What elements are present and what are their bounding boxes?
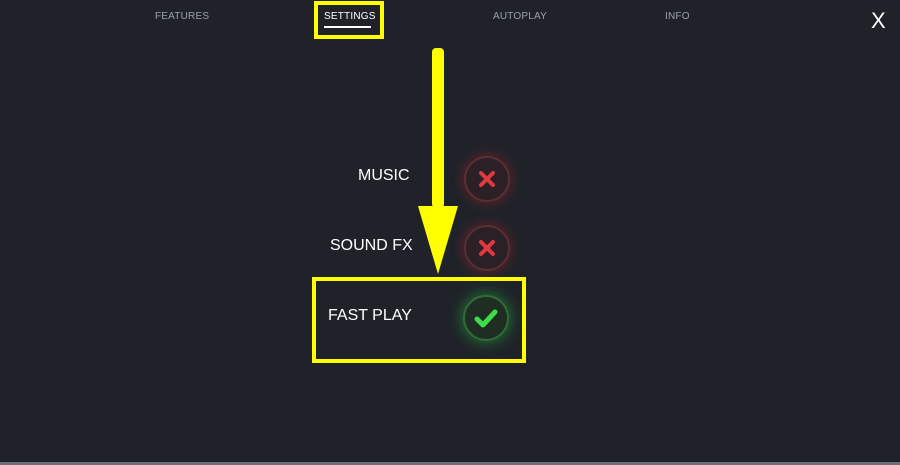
- tab-info[interactable]: INFO: [665, 11, 690, 22]
- fast-play-highlight-box: [312, 277, 526, 363]
- down-arrow-icon: [418, 48, 458, 274]
- tab-features[interactable]: FEATURES: [155, 11, 209, 22]
- sound-fx-label: SOUND FX: [330, 237, 413, 254]
- x-icon: [479, 240, 495, 256]
- tab-autoplay[interactable]: AUTOPLAY: [493, 11, 547, 22]
- settings-tab-highlight-box: [314, 1, 384, 39]
- music-label: MUSIC: [358, 167, 410, 184]
- close-button[interactable]: X: [871, 8, 886, 34]
- music-toggle[interactable]: [464, 156, 510, 202]
- sound-fx-toggle[interactable]: [464, 225, 510, 271]
- x-icon: [479, 171, 495, 187]
